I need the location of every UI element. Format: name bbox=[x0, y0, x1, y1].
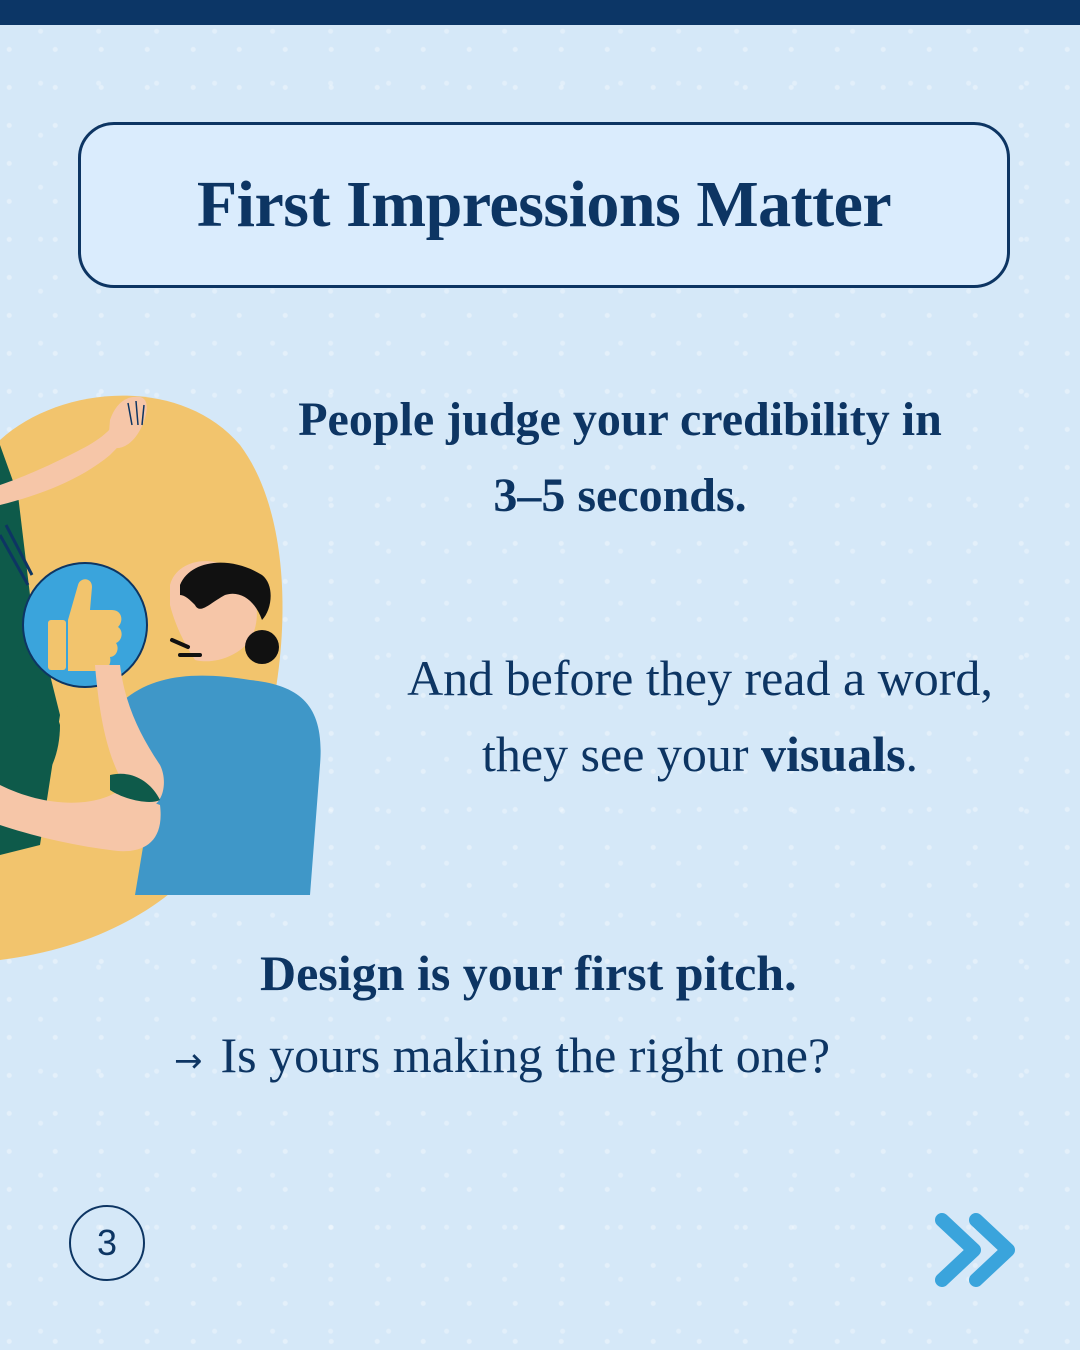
right-arrow-icon: → bbox=[174, 1040, 203, 1081]
credibility-line-2: 3–5 seconds. bbox=[493, 469, 747, 522]
top-bar bbox=[0, 0, 1080, 25]
pitch-statement: Design is your first pitch. → Is yours ma… bbox=[160, 942, 920, 1092]
visuals-line-2-suffix: . bbox=[905, 726, 919, 782]
hair-bun bbox=[245, 630, 279, 664]
visuals-statement: And before they read a word, they see yo… bbox=[350, 640, 1050, 792]
visuals-line-2-prefix: they see your bbox=[481, 726, 762, 782]
pitch-line-2: Is yours making the right one? bbox=[220, 1027, 831, 1083]
pitch-line-1: Design is your first pitch. bbox=[260, 945, 797, 1001]
credibility-line-1: People judge your credibility in bbox=[298, 393, 942, 446]
page-number-badge: 3 bbox=[69, 1205, 145, 1281]
page-number: 3 bbox=[96, 1222, 118, 1263]
pitch-question: → Is yours making the right one? bbox=[160, 1024, 920, 1092]
title-box: First Impressions Matter bbox=[78, 122, 1010, 288]
page-title: First Impressions Matter bbox=[196, 168, 892, 241]
slide: First Impressions Matter People judge yo… bbox=[0, 0, 1080, 1350]
visuals-line-1: And before they read a word, bbox=[407, 650, 993, 706]
double-chevron-right-icon[interactable] bbox=[932, 1210, 1022, 1290]
visuals-emphasis: visuals bbox=[761, 726, 906, 782]
credibility-statement: People judge your credibility in 3–5 sec… bbox=[250, 382, 990, 534]
